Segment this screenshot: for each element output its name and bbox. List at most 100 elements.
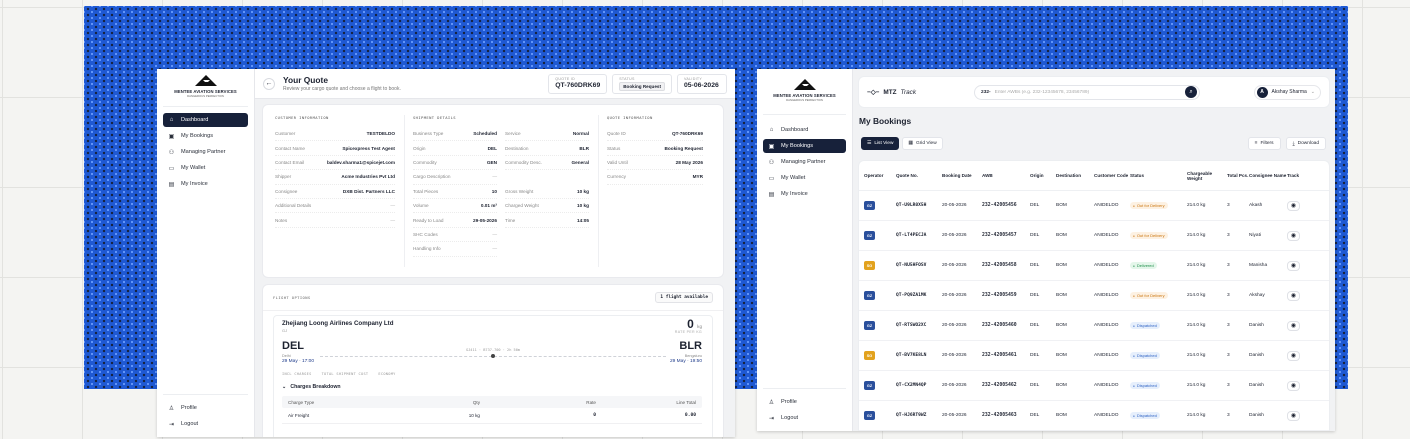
eye-icon[interactable]: ◉ <box>1287 380 1300 391</box>
sidebar-item-my-invoice[interactable]: ▤ My Invoice <box>763 187 846 201</box>
info-value: General <box>571 159 589 165</box>
quote-number[interactable]: QT-CX2MN4QP <box>896 383 942 388</box>
origin: DEL <box>1030 323 1040 328</box>
quote-number[interactable]: QT-LT4PECJA <box>896 233 942 238</box>
info-label: Charged Weight <box>505 203 539 209</box>
info-value: 14:05 <box>577 217 589 223</box>
status-badge: ● Dispatched <box>1130 382 1160 389</box>
quote-number[interactable]: QT-U9LR0X5H <box>896 203 942 208</box>
charge-type: Air Freight <box>288 413 310 418</box>
app-name-suffix: Track <box>900 88 917 96</box>
info-value: baldev.sharma1@spicejet.com <box>326 159 395 165</box>
sidebar: MENTEE AVIATION SERVICES DANGEROUS PERFE… <box>757 69 853 431</box>
table-row[interactable]: SG QT-NU5HFOSV 20-05-2026 232-42005458 DEL BO… <box>859 251 1329 281</box>
page-title: My Bookings <box>859 116 912 126</box>
info-value: Booking Request <box>664 145 703 151</box>
awb-number[interactable]: 232-42005459 <box>982 293 1030 298</box>
col-quote-no: Quote No. <box>896 173 918 178</box>
table-row[interactable]: GZ QT-PQ9ZA1MK 20-05-2026 232-42005459 DEL BO… <box>859 281 1329 311</box>
status-cell: ● Dispatched <box>1130 322 1187 329</box>
status-cell: ● Out for Delivery <box>1130 292 1187 299</box>
eye-icon[interactable]: ◉ <box>1287 230 1300 241</box>
origin: DEL <box>1030 293 1040 298</box>
app-brand[interactable]: −◇− MTZ Track <box>867 88 917 97</box>
awb-search-input[interactable]: Enter AWBs (e.g. 232-12345678, 23456789) <box>995 90 1185 95</box>
eye-icon[interactable]: ◉ <box>1287 200 1300 211</box>
sidebar-bottom-nav: ♙ Profile ⇥ Logout <box>163 394 248 433</box>
sidebar-item-managing-partner[interactable]: ⚇ Managing Partner <box>763 155 846 169</box>
status-box: STATUS Booking Request <box>612 73 672 94</box>
sidebar-item-my-invoice[interactable]: ▤ My Invoice <box>163 177 248 191</box>
track-cell: ◉ <box>1287 290 1324 301</box>
eye-icon[interactable]: ◉ <box>1287 290 1300 301</box>
awb-number[interactable]: 232-42005456 <box>982 203 1030 208</box>
table-row[interactable]: GZ QT-U9LR0X5H 20-05-2026 232-42005456 DEL BO… <box>859 191 1329 221</box>
sidebar-item-logout[interactable]: ⇥ Logout <box>163 417 248 431</box>
awb-search[interactable]: 232- Enter AWBs (e.g. 232-12345678, 2345… <box>974 84 1201 100</box>
sidebar-item-label: My Wallet <box>781 175 806 181</box>
sidebar-item-my-wallet[interactable]: ▭ My Wallet <box>163 161 248 175</box>
sidebar-item-profile[interactable]: ♙ Profile <box>163 401 248 415</box>
awb-number[interactable]: 232-42005458 <box>982 263 1030 268</box>
sidebar-item-logout[interactable]: ⇥ Logout <box>763 411 846 425</box>
brand-logo[interactable]: MENTEE AVIATION SERVICES DANGEROUS PERFE… <box>763 69 846 115</box>
view-toggle: ☰ List View ▦ Grid View <box>861 137 943 150</box>
sidebar-item-my-wallet[interactable]: ▭ My Wallet <box>763 171 846 185</box>
quote-number[interactable]: QT-BV7KE8LN <box>896 353 942 358</box>
status-text: Dispatched <box>1136 383 1157 388</box>
total-pieces: 3 <box>1227 233 1230 238</box>
table-row[interactable]: GZ QT-CX2MN4QP 20-05-2026 232-42005462 DEL BO… <box>859 371 1329 401</box>
list-view-button[interactable]: ☰ List View <box>861 137 900 150</box>
table-row[interactable]: GZ QT-RTSWO2XC 20-05-2026 232-42005460 DEL BO… <box>859 311 1329 341</box>
sidebar-item-dashboard[interactable]: ⌂ Dashboard <box>163 113 248 127</box>
brand-logo[interactable]: MENTEE AVIATION SERVICES DANGEROUS PERFE… <box>163 69 248 107</box>
sidebar-item-dashboard[interactable]: ⌂ Dashboard <box>763 123 846 137</box>
eye-icon[interactable]: ◉ <box>1287 260 1300 271</box>
arrival-time: 29 May · 19:50 <box>670 359 702 364</box>
awb-number[interactable]: 232-42005463 <box>982 413 1030 418</box>
booking-date: 20-05-2026 <box>942 353 967 358</box>
quote-number[interactable]: QT-RTSWO2XC <box>896 323 942 328</box>
filter-icon: ≡ <box>1254 141 1258 146</box>
eye-icon[interactable]: ◉ <box>1287 320 1300 331</box>
charges-breakdown-toggle[interactable]: ⌄ Charges Breakdown <box>282 384 341 390</box>
sidebar-item-managing-partner[interactable]: ⚇ Managing Partner <box>163 145 248 159</box>
back-arrow-icon[interactable]: ← <box>263 77 275 90</box>
consignee-name: Akash <box>1249 203 1263 208</box>
charges-label: Charges Breakdown <box>290 384 341 390</box>
users-icon: ⚇ <box>168 149 175 156</box>
flight-option[interactable]: Zhejiang Loong Airlines Company Ltd GJ 0… <box>273 315 713 437</box>
download-button[interactable]: ⤓ Download <box>1285 137 1326 150</box>
track-cell: ◉ <box>1287 260 1324 271</box>
table-row[interactable]: GZ QT-LT4PECJA 20-05-2026 232-42005457 DEL BO… <box>859 221 1329 251</box>
quote-number[interactable]: QT-NU5HFOSV <box>896 263 942 268</box>
table-row[interactable]: GZ QT-HJ6RT9WZ 20-05-2026 232-42005463 DEL BO… <box>859 401 1329 431</box>
awb-number[interactable]: 232-42005461 <box>982 353 1030 358</box>
awb-prefix-select[interactable]: 232- <box>981 90 991 95</box>
user-menu[interactable]: A Akshay Sharma ⌄ <box>1253 84 1321 100</box>
eye-icon[interactable]: ◉ <box>1287 410 1300 421</box>
sidebar-item-my-bookings[interactable]: ▣ My Bookings <box>163 129 248 143</box>
grid-view-button[interactable]: ▦ Grid View <box>902 137 943 150</box>
awb-number[interactable]: 232-42005460 <box>982 323 1030 328</box>
consignee-name: Danish <box>1249 323 1264 328</box>
info-row: Quote ID QT-760DRK69 <box>607 127 703 142</box>
col-track: Track <box>1287 173 1300 178</box>
operator-cell: SG <box>864 261 896 270</box>
search-icon[interactable]: ⌕ <box>1185 86 1198 98</box>
awb-number[interactable]: 232-42005457 <box>982 233 1030 238</box>
sidebar-item-my-bookings[interactable]: ▣ My Bookings <box>763 139 846 153</box>
wallet-icon: ▭ <box>168 165 175 172</box>
table-row[interactable]: SG QT-BV7KE8LN 20-05-2026 232-42005461 DEL BO… <box>859 341 1329 371</box>
quote-number[interactable]: QT-HJ6RT9WZ <box>896 413 942 418</box>
eye-icon[interactable]: ◉ <box>1287 350 1300 361</box>
status-cell: ● Dispatched <box>1130 382 1187 389</box>
quote-number[interactable]: QT-PQ9ZA1MK <box>896 293 942 298</box>
filters-button[interactable]: ≡ Filters <box>1247 137 1281 150</box>
sidebar-item-profile[interactable]: ♙ Profile <box>763 395 846 409</box>
info-row: Time 14:05 <box>505 213 589 228</box>
col-origin: Origin <box>1030 173 1044 178</box>
awb-number[interactable]: 232-42005462 <box>982 383 1030 388</box>
sidebar-nav: ⌂ Dashboard ▣ My Bookings ⚇ Managing Partner ▭… <box>757 115 852 201</box>
info-row: Contact Name Spicexpress Test Agent <box>275 141 395 156</box>
